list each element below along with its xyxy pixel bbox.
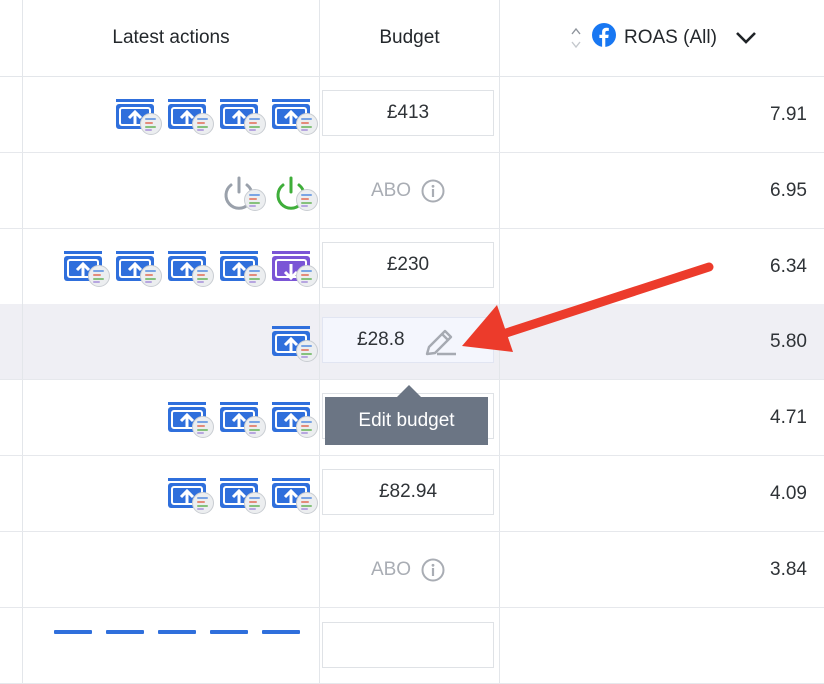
roas-value: 7.91 bbox=[770, 103, 807, 125]
account-avatar-icon bbox=[296, 112, 318, 135]
roas-value: 6.34 bbox=[770, 255, 807, 277]
facebook-icon bbox=[592, 23, 616, 53]
account-avatar-icon bbox=[244, 112, 266, 135]
sort-icon[interactable] bbox=[570, 26, 582, 50]
abo-label: ABO bbox=[370, 179, 412, 201]
account-avatar-icon bbox=[296, 415, 318, 438]
budget-increase-icon[interactable] bbox=[220, 95, 266, 135]
power-on-icon[interactable] bbox=[272, 171, 318, 211]
latest-actions-header: Latest actions bbox=[23, 0, 319, 76]
account-avatar-icon bbox=[244, 415, 266, 438]
latest-actions-cell bbox=[116, 77, 318, 152]
budget-value: £413 bbox=[386, 102, 430, 123]
account-avatar-icon bbox=[296, 188, 318, 211]
account-avatar-icon bbox=[244, 264, 266, 287]
budget-increase-icon[interactable] bbox=[168, 474, 214, 514]
budget-increase-icon[interactable] bbox=[168, 247, 214, 287]
latest-actions-cell bbox=[64, 229, 318, 304]
budget-increase-icon[interactable] bbox=[272, 398, 318, 438]
budget-input[interactable]: £28.8 bbox=[322, 317, 494, 363]
budget-increase-icon[interactable] bbox=[64, 247, 110, 287]
budget-input[interactable] bbox=[322, 622, 494, 668]
chevron-down-icon[interactable] bbox=[735, 31, 757, 45]
account-avatar-icon bbox=[140, 264, 162, 287]
budget-value: £82.94 bbox=[378, 481, 438, 502]
budget-increase-icon[interactable] bbox=[220, 398, 266, 438]
account-avatar-icon bbox=[296, 339, 318, 362]
table-row[interactable]: £82.94 4.09 bbox=[0, 456, 824, 532]
table-row[interactable]: £28.8 5.80 bbox=[0, 304, 824, 380]
pencil-icon[interactable] bbox=[423, 327, 457, 357]
budget-increase-icon[interactable] bbox=[168, 398, 214, 438]
roas-value: 3.84 bbox=[770, 558, 807, 580]
budget-increase-icon[interactable] bbox=[220, 474, 266, 514]
roas-value: 5.80 bbox=[770, 330, 807, 352]
budget-increase-icon[interactable] bbox=[158, 630, 196, 634]
account-avatar-icon bbox=[296, 264, 318, 287]
account-avatar-icon bbox=[88, 264, 110, 287]
account-avatar-icon bbox=[140, 112, 162, 135]
roas-header[interactable]: ROAS (All) bbox=[570, 0, 757, 76]
account-avatar-icon bbox=[244, 491, 266, 514]
roas-value: 4.71 bbox=[770, 406, 807, 428]
budget-increase-icon[interactable] bbox=[272, 322, 318, 362]
budget-header[interactable]: Budget bbox=[320, 0, 499, 76]
info-icon[interactable] bbox=[421, 179, 445, 203]
abo-budget-cell: ABO bbox=[322, 532, 494, 607]
budget-input[interactable]: £413 bbox=[322, 90, 494, 136]
tooltip-label: Edit budget bbox=[358, 410, 455, 431]
budget-increase-icon[interactable] bbox=[116, 247, 162, 287]
budget-input[interactable]: £230 bbox=[322, 242, 494, 288]
abo-budget-cell: ABO bbox=[322, 153, 494, 228]
latest-actions-cell bbox=[272, 304, 318, 379]
table-row[interactable]: £413 7.91 bbox=[0, 77, 824, 153]
roas-value: 4.09 bbox=[770, 482, 807, 504]
account-avatar-icon bbox=[244, 188, 266, 211]
budget-increase-icon[interactable] bbox=[54, 630, 92, 634]
table-row[interactable]: £230 6.34 bbox=[0, 229, 824, 305]
account-avatar-icon bbox=[192, 491, 214, 514]
table-row[interactable] bbox=[0, 608, 824, 684]
budget-increase-icon[interactable] bbox=[106, 630, 144, 634]
account-avatar-icon bbox=[296, 491, 318, 514]
latest-actions-header-label: Latest actions bbox=[112, 27, 230, 48]
latest-actions-cell bbox=[168, 456, 318, 531]
info-icon[interactable] bbox=[421, 558, 445, 582]
table-header: Latest actions Budget ROAS (All) bbox=[0, 0, 824, 77]
latest-actions-cell bbox=[220, 153, 318, 228]
budget-increase-icon[interactable] bbox=[116, 95, 162, 135]
budget-header-label: Budget bbox=[379, 27, 440, 48]
budget-increase-icon[interactable] bbox=[272, 95, 318, 135]
power-off-icon[interactable] bbox=[220, 171, 266, 211]
roas-header-label: ROAS (All) bbox=[624, 27, 717, 48]
account-avatar-icon bbox=[192, 415, 214, 438]
budget-increase-icon[interactable] bbox=[262, 630, 300, 634]
table-row[interactable]: ABO 6.95 bbox=[0, 153, 824, 229]
account-avatar-icon bbox=[192, 264, 214, 287]
abo-label: ABO bbox=[370, 558, 412, 580]
budget-increase-icon[interactable] bbox=[272, 474, 318, 514]
budget-value: £28.8 bbox=[357, 329, 405, 350]
budget-increase-icon[interactable] bbox=[220, 247, 266, 287]
budget-value: £230 bbox=[386, 254, 430, 275]
edit-budget-tooltip: Edit budget bbox=[325, 385, 488, 445]
latest-actions-cell bbox=[168, 380, 318, 455]
budget-increase-icon[interactable] bbox=[210, 630, 248, 634]
table-row[interactable]: ABO 3.84 bbox=[0, 532, 824, 608]
budget-increase-icon[interactable] bbox=[168, 95, 214, 135]
roas-value: 6.95 bbox=[770, 179, 807, 201]
budget-input[interactable]: £82.94 bbox=[322, 469, 494, 515]
account-avatar-icon bbox=[192, 112, 214, 135]
budget-decrease-icon[interactable] bbox=[272, 247, 318, 287]
